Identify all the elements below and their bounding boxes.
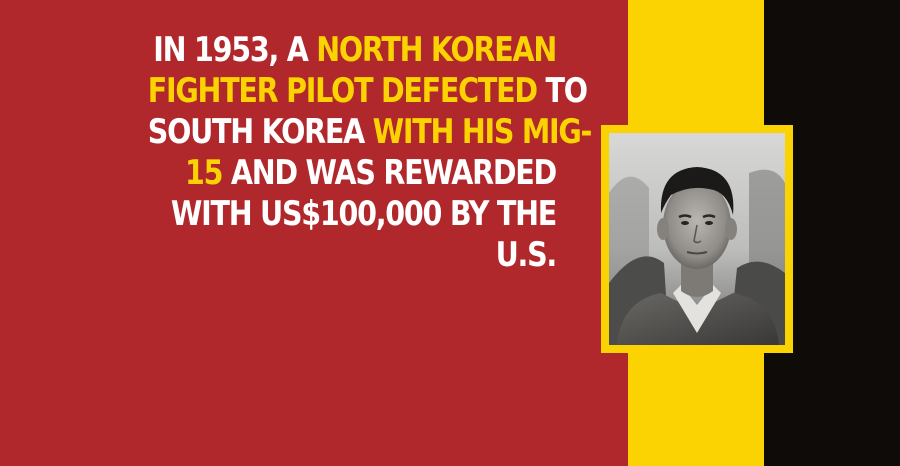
fact-line-3-white-start: SOUTH KOREA xyxy=(147,112,373,152)
fact-text: IN 1953, A NORTH KOREAN FIGHTER PILOT DE… xyxy=(70,30,593,276)
fact-line-2-highlight: FIGHTER PILOT DEFECTED xyxy=(147,71,538,111)
photo-frame xyxy=(601,125,793,353)
fact-line-5-white-start: WITH US$100,000 BY THE xyxy=(170,194,557,234)
pilot-portrait-photo xyxy=(609,133,785,345)
fact-line-1: IN 1953, A NORTH KOREAN xyxy=(148,30,557,71)
fact-line-2-white-end: TO xyxy=(536,71,588,111)
fact-line-5: WITH US$100,000 BY THE xyxy=(148,194,557,235)
fact-line-4: 15 AND WAS REWARDED xyxy=(148,153,557,194)
fact-line-3: SOUTH KOREA WITH HIS MIG- xyxy=(147,112,593,153)
fact-line-4-white-end: AND WAS REWARDED xyxy=(222,153,557,193)
fact-line-6-white-start: U.S. xyxy=(495,235,558,275)
portrait-illustration xyxy=(609,133,785,345)
fact-line-1-highlight: NORTH KOREAN xyxy=(316,30,557,70)
fact-line-2: FIGHTER PILOT DEFECTED TO xyxy=(147,71,588,112)
fact-line-6: U.S. xyxy=(148,235,558,276)
fact-line-1-white-start: IN 1953, A xyxy=(153,30,317,70)
fact-line-3-highlight: WITH HIS MIG- xyxy=(372,112,593,152)
fact-line-4-highlight: 15 xyxy=(185,153,224,193)
